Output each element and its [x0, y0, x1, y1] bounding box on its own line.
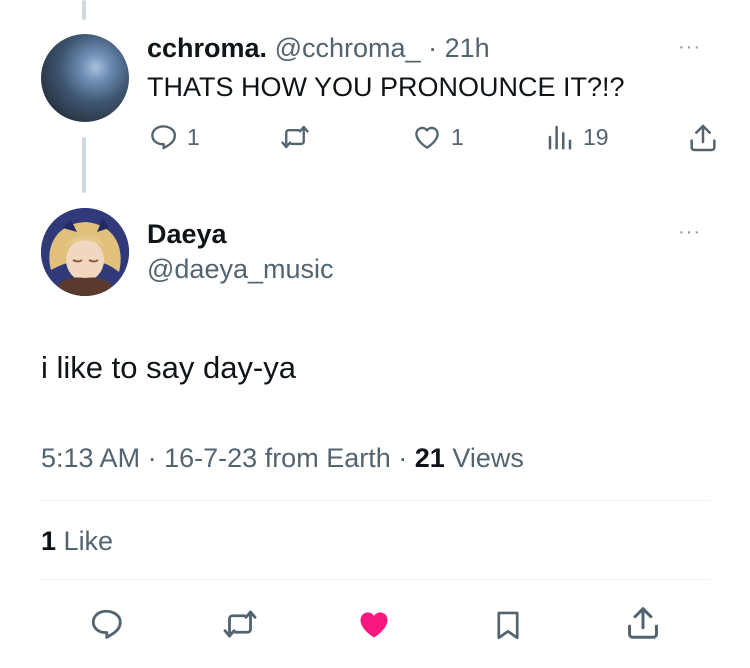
reply-display-name[interactable]: cchroma.: [147, 33, 267, 63]
likes-stat-count: 1: [41, 526, 57, 556]
likes-stat[interactable]: 1 Like: [41, 526, 113, 557]
main-more-button[interactable]: ···: [678, 221, 701, 244]
reply-more-button[interactable]: ···: [678, 36, 701, 59]
heart-outline-icon: [415, 126, 439, 149]
reply-reply-button[interactable]: 1: [147, 122, 200, 152]
main-display-name[interactable]: Daeya: [147, 219, 227, 250]
main-retweet-button[interactable]: [220, 606, 260, 642]
reply-like-button[interactable]: 1: [411, 122, 464, 152]
meta-separator-1: ·: [147, 443, 157, 473]
divider-bottom: [41, 579, 710, 580]
thread-line-top: [82, 0, 86, 20]
reply-icon: [91, 609, 122, 639]
views-stat-count: 21: [414, 443, 445, 473]
main-tweet-text: i like to say day-ya: [41, 350, 296, 385]
avatar-cchroma[interactable]: [41, 34, 129, 122]
views-stat[interactable]: 21 Views: [415, 443, 524, 473]
avatar-illustration: [41, 208, 129, 296]
tweet-time[interactable]: 5:13 AM: [41, 443, 140, 473]
tweet-source: from Earth: [264, 443, 391, 473]
reply-icon: [151, 125, 177, 150]
views-chart-icon: [548, 125, 572, 150]
reply-count: 1: [187, 123, 200, 150]
bookmark-icon: [497, 611, 519, 640]
reply-share-button[interactable]: [687, 122, 719, 154]
reply-tweet-header: cchroma. @cchroma_ · 21h: [147, 33, 490, 64]
retweet-icon: [223, 610, 257, 638]
thread-line-middle: [82, 137, 86, 193]
likes-stat-label: Like: [63, 526, 114, 556]
retweet-icon: [281, 125, 309, 149]
like-count: 1: [451, 123, 464, 150]
tweet-meta: 5:13 AM · 16-7-23 from Earth · 21 Views: [41, 443, 524, 474]
views-stat-label: Views: [452, 443, 524, 473]
divider-top: [41, 500, 710, 501]
reply-retweet-button[interactable]: [278, 122, 312, 152]
reply-separator: ·: [428, 33, 438, 63]
meta-separator-2: ·: [398, 443, 408, 473]
main-like-button[interactable]: [355, 606, 393, 642]
reply-tweet-text: THATS HOW YOU PRONOUNCE IT?!?: [147, 72, 625, 102]
views-count: 19: [583, 123, 609, 150]
main-reply-button[interactable]: [87, 606, 125, 642]
share-icon: [690, 124, 716, 152]
reply-time[interactable]: 21h: [445, 33, 490, 63]
heart-filled-icon: [360, 612, 388, 638]
share-icon: [628, 607, 658, 639]
tweet-date[interactable]: 16-7-23: [164, 443, 257, 473]
main-share-button[interactable]: [624, 604, 662, 642]
main-bookmark-button[interactable]: [491, 606, 525, 644]
reply-handle[interactable]: @cchroma_: [275, 33, 421, 63]
reply-views-button[interactable]: 19: [545, 122, 609, 152]
main-handle[interactable]: @daeya_music: [147, 254, 334, 285]
avatar-daeya[interactable]: [41, 208, 129, 296]
